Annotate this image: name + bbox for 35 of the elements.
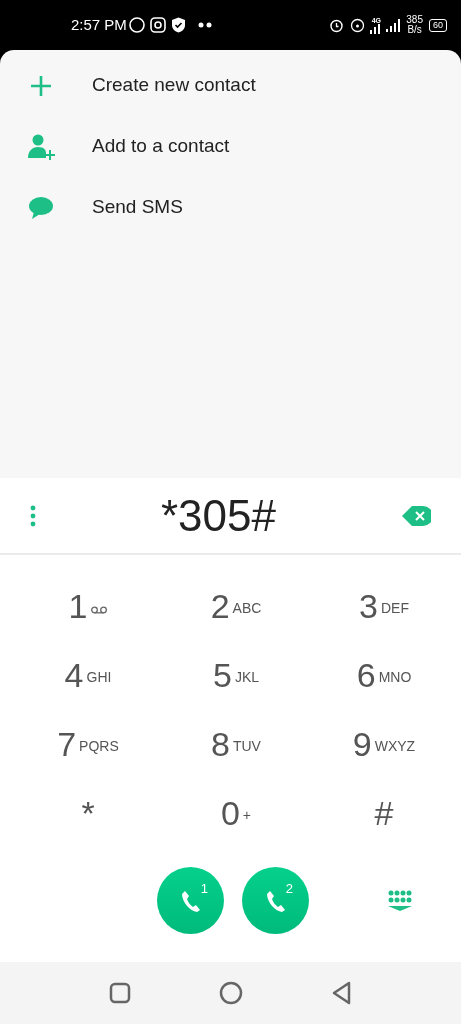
voicemail-icon (91, 605, 108, 614)
battery-icon: 60 (429, 18, 447, 32)
home-icon[interactable] (218, 981, 243, 1005)
plus-icon (29, 73, 53, 98)
menu-item[interactable]: Send SMS (0, 177, 461, 238)
dial-key[interactable]: 1 (14, 571, 162, 640)
signal-icon (386, 18, 401, 32)
menu-item[interactable]: Create new contact (0, 55, 461, 116)
clock: 2:57 PM (71, 14, 127, 35)
back-icon[interactable] (330, 981, 353, 1005)
recents-icon[interactable] (108, 982, 131, 1004)
dial-key[interactable]: # (310, 778, 458, 847)
camera-icon (149, 17, 166, 33)
network-speed: 385 (406, 15, 423, 25)
dial-key[interactable]: 7 PQRS (14, 709, 162, 778)
dial-key[interactable]: 3 DEF (310, 571, 458, 640)
menu-item[interactable]: Add to a contact (0, 116, 461, 177)
dial-key[interactable]: 5 JKL (162, 640, 310, 709)
dial-key[interactable]: 4 GHI (14, 640, 162, 709)
alarm-icon (329, 17, 345, 33)
shield-icon (170, 17, 186, 33)
dial-key[interactable]: 0+ (162, 778, 310, 847)
dialed-number: *305# (160, 489, 277, 542)
speed-unit: B/s (407, 25, 422, 35)
hotspot-icon (350, 17, 366, 33)
dial-key[interactable]: 6 MNO (310, 640, 458, 709)
dial-key[interactable]: 8 TUV (162, 709, 310, 778)
dial-key[interactable]: * (14, 778, 162, 847)
dial-key[interactable]: 2 ABC (162, 571, 310, 640)
signal-icon (370, 23, 383, 34)
dial-key[interactable]: 9 WXYZ (310, 709, 458, 778)
more-notifications-icon (197, 22, 212, 28)
phone-icon (265, 889, 286, 912)
message-icon (28, 195, 54, 220)
phone-icon (180, 889, 201, 912)
